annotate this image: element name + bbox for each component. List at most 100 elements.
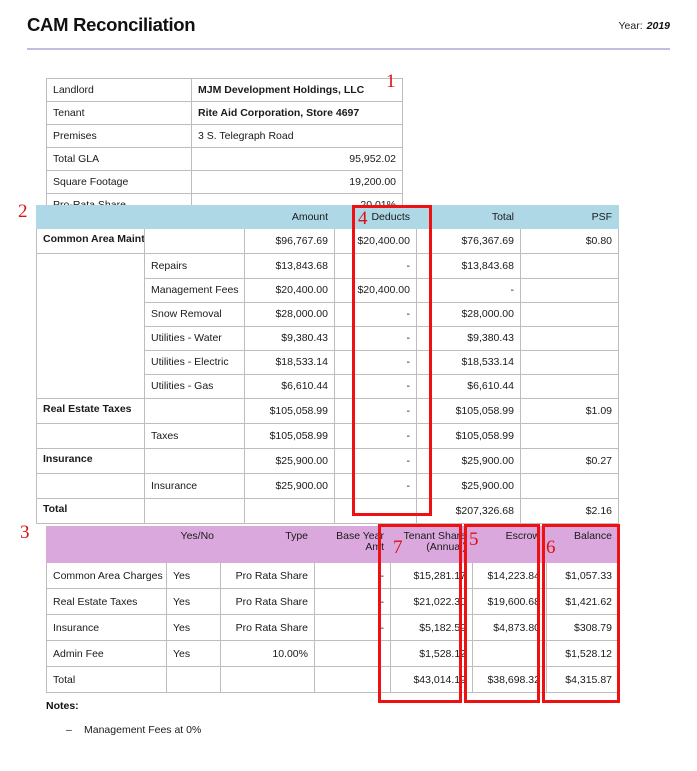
cam-total: $76,367.69 [416,228,521,254]
cam-amount: $6,610.44 [244,373,335,399]
tenant-share-table: Yes/No Type Base Year Amt Tenant Share (Ann… [46,526,619,693]
tenant-yesno: Yes [166,588,221,615]
info-label: Premises [46,124,192,148]
cam-total: $25,900.00 [416,448,521,474]
tenant-base-year [314,640,391,667]
cam-grid: AmountDeductsTotalPSF Common Area Mainte… [36,205,619,524]
table-row: Total $43,014.19 $38,698.32 $4,315.87 [46,666,619,693]
cam-header-psf: PSF [520,205,619,229]
cam-deducts: - [334,253,417,279]
cam-amount: $20,400.00 [244,277,335,303]
info-label: Total GLA [46,147,192,171]
cam-psf [520,423,619,449]
tenant-header-row: Yes/No Type Base Year Amt Tenant Share (Ann… [46,526,619,563]
cam-deducts: $20,400.00 [334,277,417,303]
table-row: Insurance $25,900.00- $25,900.00 [36,473,619,499]
cam-item [144,398,245,424]
tenant-base-year [314,666,391,693]
notes-section: Notes: – Management Fees at 0% [46,700,201,736]
cam-deducts [334,498,417,524]
cam-item: Taxes [144,423,245,449]
tenant-type: Pro Rata Share [220,614,315,641]
info-value: 3 S. Telegraph Road [191,124,403,148]
info-label: Tenant [46,101,192,125]
tenant-balance: $1,421.62 [546,588,619,615]
tenant-balance: $1,057.33 [546,562,619,589]
table-row: Total $207,326.68 $2.16 [36,498,619,524]
tenant-header-tenant-share-annual: Tenant Share (Annual) [390,526,473,563]
cam-total: - [416,277,521,303]
cam-deducts: - [334,423,417,449]
note-dash: – [66,724,72,736]
tenant-header-base-year-amt: Base Year Amt [314,526,391,563]
cam-item: Management Fees [144,277,245,303]
tenant-header-escrow: Escrow [472,526,547,563]
tenant-balance: $4,315.87 [546,666,619,693]
tenant-base-year: - [314,614,391,641]
cam-total: $105,058.99 [416,423,521,449]
cam-deducts: - [334,473,417,499]
cam-category: Real Estate Taxes [36,398,145,424]
cam-category: Insurance [36,448,145,474]
cam-header-amount: Amount [244,205,335,229]
tenant-name: Admin Fee [46,640,167,667]
cam-item: Repairs [144,253,245,279]
cam-deducts: $20,400.00 [334,228,417,254]
cam-deducts: - [334,398,417,424]
property-info-table: Landlord MJM Development Holdings, LLC Ten… [46,78,403,217]
cam-category [36,473,145,499]
cam-total: $207,326.68 [416,498,521,524]
info-value: 19,200.00 [191,170,403,194]
notes-title: Notes: [46,700,79,712]
cam-psf: $1.09 [520,398,619,424]
table-row: Taxes $105,058.99- $105,058.99 [36,423,619,449]
tenant-name: Insurance [46,614,167,641]
table-row: Repairs $13,843.68- $13,843.68 [36,253,619,279]
tenant-base-year: - [314,562,391,589]
info-value: MJM Development Holdings, LLC [191,78,403,102]
cam-category [36,326,145,350]
cam-deducts: - [334,373,417,399]
tenant-header-yes-no: Yes/No [166,526,221,563]
cam-header-blank-0 [36,205,145,229]
cam-item: Snow Removal [144,301,245,327]
cam-psf [520,325,619,351]
table-row: Utilities - Gas $6,610.44- $6,610.44 [36,373,619,399]
cam-category: Common Area Maintenance [36,228,145,254]
cam-total: $13,843.68 [416,253,521,279]
year-value: 2019 [646,20,670,32]
tenant-type [220,666,315,693]
cam-amount [244,498,335,524]
cam-psf [520,301,619,327]
tenant-escrow: $19,600.68 [472,588,547,615]
cam-total: $28,000.00 [416,301,521,327]
cam-item: Utilities - Water [144,325,245,351]
tenant-header-balance: Balance [546,526,619,563]
info-row: Landlord MJM Development Holdings, LLC [46,78,403,102]
cam-total: $25,900.00 [416,473,521,499]
cam-deducts: - [334,325,417,351]
cam-category [36,374,145,399]
tenant-header-blank [46,526,167,563]
cam-psf [520,277,619,303]
table-row: Common Area Maintenance $96,767.69$20,400… [36,228,619,254]
cam-category [36,253,145,278]
info-label: Square Footage [46,170,192,194]
table-row: Management Fees $20,400.00 $20,400.00- [36,277,619,303]
table-row: Insurance Yes Pro Rata Share - $5,182.59 $4,8… [46,614,619,641]
cam-amount: $25,900.00 [244,448,335,474]
cam-total: $6,610.44 [416,373,521,399]
info-value: Rite Aid Corporation, Store 4697 [191,101,403,125]
cam-category [36,423,145,449]
cam-psf [520,373,619,399]
cam-amount: $25,900.00 [244,473,335,499]
table-row: Admin Fee Yes 10.00% $1,528.12- $1,528.12 [46,640,619,667]
cam-item [144,448,245,474]
cam-amount: $9,380.43 [244,325,335,351]
tenant-name: Real Estate Taxes [46,588,167,615]
cam-psf [520,473,619,499]
table-row: Insurance $25,900.00- $25,900.00 $0.27 [36,448,619,474]
cam-psf: $0.80 [520,228,619,254]
table-row: Real Estate Taxes Yes Pro Rata Share - $21,0… [46,588,619,615]
notes-list: – Management Fees at 0% [46,724,201,736]
